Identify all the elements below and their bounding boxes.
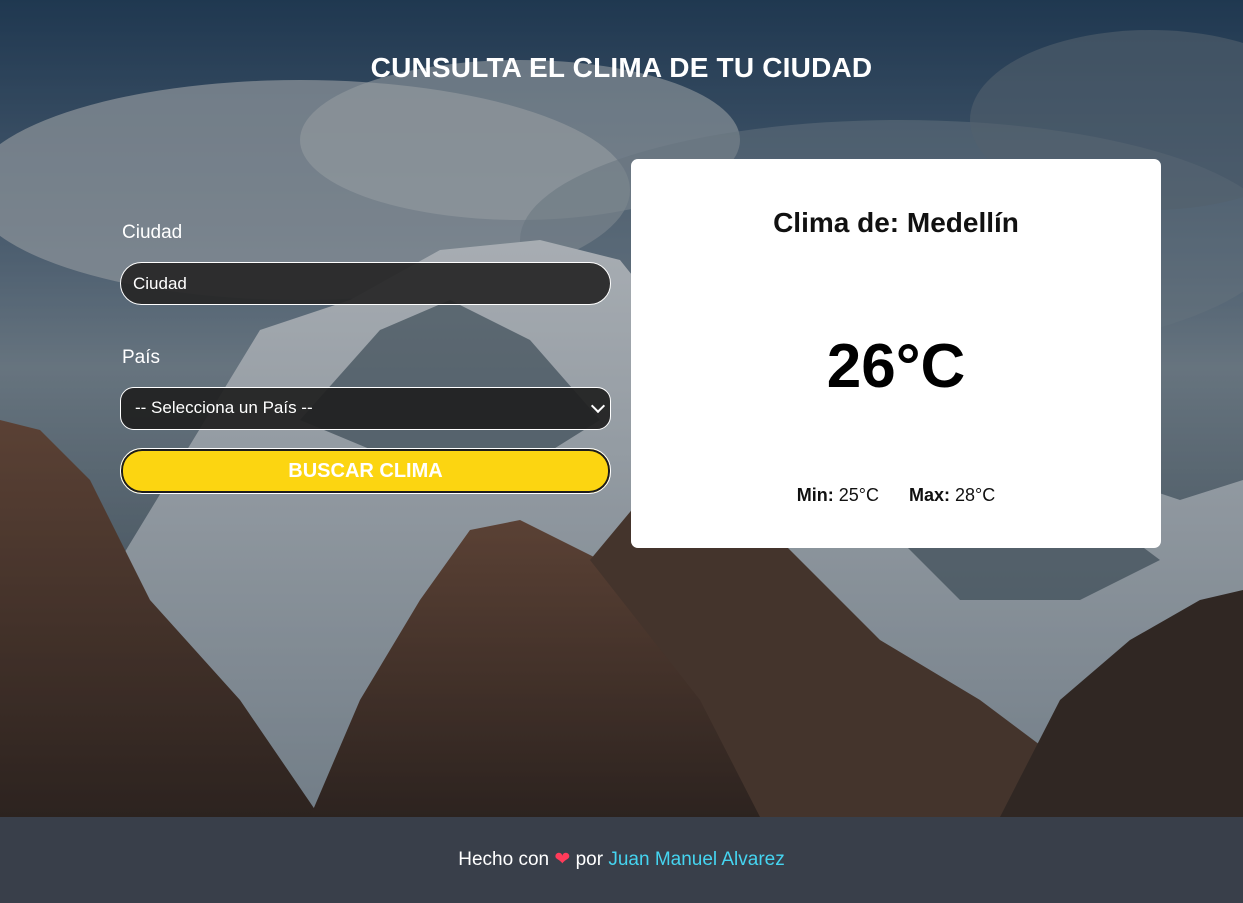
country-label: País [122,347,161,368]
city-input[interactable] [120,262,611,305]
max-label: Max: [909,485,951,505]
weather-location-title: Clima de: Medellín [773,207,1019,238]
heart-icon: ❤ [554,849,571,870]
weather-result-card: Clima de: Medellín 26°C Min: 25°C Max: 2… [631,159,1161,548]
footer: Hecho con ❤ por Juan Manuel Alvarez [0,817,1243,903]
footer-middle: por [575,849,604,870]
footer-prefix: Hecho con [458,849,550,870]
weather-app-page: CUNSULTA EL CLIMA DE TU CIUDAD Ciudad Pa… [0,0,1243,903]
country-select-value: -- Selecciona un País -- [120,387,611,430]
weather-search-form: Ciudad País -- Selecciona un País -- BUS… [120,222,612,494]
min-value: 25°C [838,485,879,505]
temperature-range: Min: 25°C Max: 28°C [631,485,1161,506]
city-label: Ciudad [122,222,183,243]
min-label: Min: [796,485,834,505]
search-weather-button[interactable]: BUSCAR CLIMA [120,448,611,494]
max-value: 28°C [955,485,996,505]
country-select[interactable]: -- Selecciona un País -- [120,387,611,430]
author-link[interactable]: Juan Manuel Alvarez [608,849,784,870]
current-temperature: 26°C [826,332,966,401]
page-title: CUNSULTA EL CLIMA DE TU CIUDAD [370,52,873,83]
